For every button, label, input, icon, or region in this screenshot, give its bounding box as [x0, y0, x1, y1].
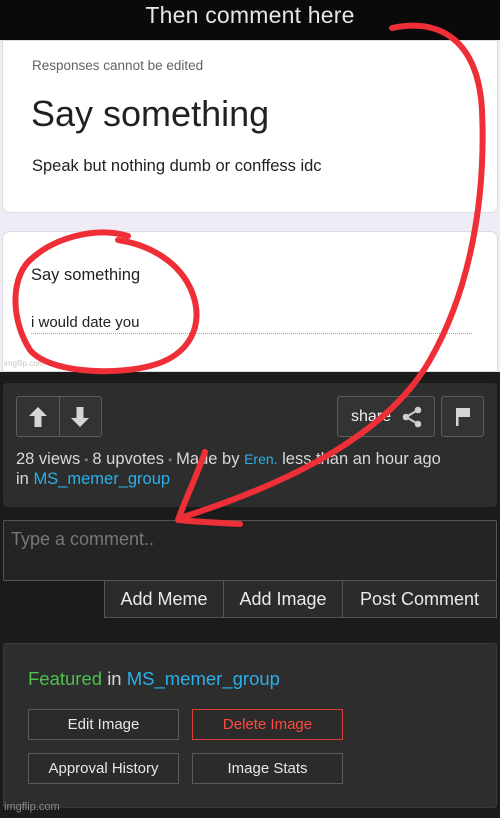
featured-label: Featured — [28, 668, 103, 689]
flag-button[interactable] — [441, 396, 484, 437]
featured-in-label: in — [107, 668, 122, 689]
arrow-up-icon — [29, 406, 47, 427]
form-description: Speak but nothing dumb or conffess idc — [32, 157, 322, 175]
post-stats: 28 views • 8 upvotes • Made by Eren. less th… — [16, 450, 441, 468]
featured-group-link[interactable]: MS_memer_group — [127, 668, 280, 689]
made-by-label: Made by — [176, 450, 240, 468]
edit-image-button[interactable]: Edit Image — [28, 709, 179, 740]
group-link[interactable]: MS_memer_group — [33, 470, 170, 488]
view-count: 28 views — [16, 450, 81, 468]
form-screenshot: Responses cannot be edited Say something… — [0, 40, 500, 372]
form-question-card: Say something i would date you — [2, 231, 498, 372]
question-answer: i would date you — [31, 314, 140, 331]
upvote-count: 8 upvotes — [92, 450, 164, 468]
add-meme-button[interactable]: Add Meme — [105, 581, 224, 617]
in-label: in — [16, 470, 29, 488]
comment-input[interactable] — [3, 520, 497, 581]
share-label: share — [351, 407, 392, 425]
question-label: Say something — [31, 266, 141, 284]
upvote-button[interactable] — [17, 397, 60, 436]
feature-panel: Featured in MS_memer_group Edit Image De… — [3, 643, 497, 808]
arrow-down-icon — [71, 406, 89, 427]
approval-history-button[interactable]: Approval History — [28, 753, 179, 784]
site-watermark: imgflip.com — [4, 801, 60, 813]
featured-status: Featured in MS_memer_group — [28, 668, 280, 690]
vote-buttons — [16, 396, 102, 437]
comment-actions: Add Meme Add Image Post Comment — [104, 581, 497, 618]
post-info-panel: share 28 views • 8 upvotes • Made by Eren. l… — [3, 383, 497, 507]
form-title: Say something — [31, 93, 270, 134]
author-link[interactable]: Eren. — [244, 451, 277, 467]
meme-caption: Then comment here — [0, 0, 500, 40]
image-watermark: imgflip.com — [4, 359, 45, 368]
post-time: less than an hour ago — [282, 450, 441, 468]
share-icon — [402, 406, 422, 427]
answer-underline — [31, 333, 472, 334]
flag-icon — [455, 407, 470, 426]
form-note: Responses cannot be edited — [32, 58, 204, 73]
post-comment-button[interactable]: Post Comment — [343, 581, 496, 617]
delete-image-button[interactable]: Delete Image — [192, 709, 343, 740]
form-header-card: Responses cannot be edited Say something… — [2, 40, 498, 213]
downvote-button[interactable] — [59, 397, 101, 436]
image-stats-button[interactable]: Image Stats — [192, 753, 343, 784]
share-button[interactable]: share — [337, 396, 435, 437]
add-image-button[interactable]: Add Image — [224, 581, 343, 617]
post-group-line: in MS_memer_group — [16, 470, 170, 489]
meme-image: Then comment here Responses cannot be ed… — [0, 0, 500, 372]
